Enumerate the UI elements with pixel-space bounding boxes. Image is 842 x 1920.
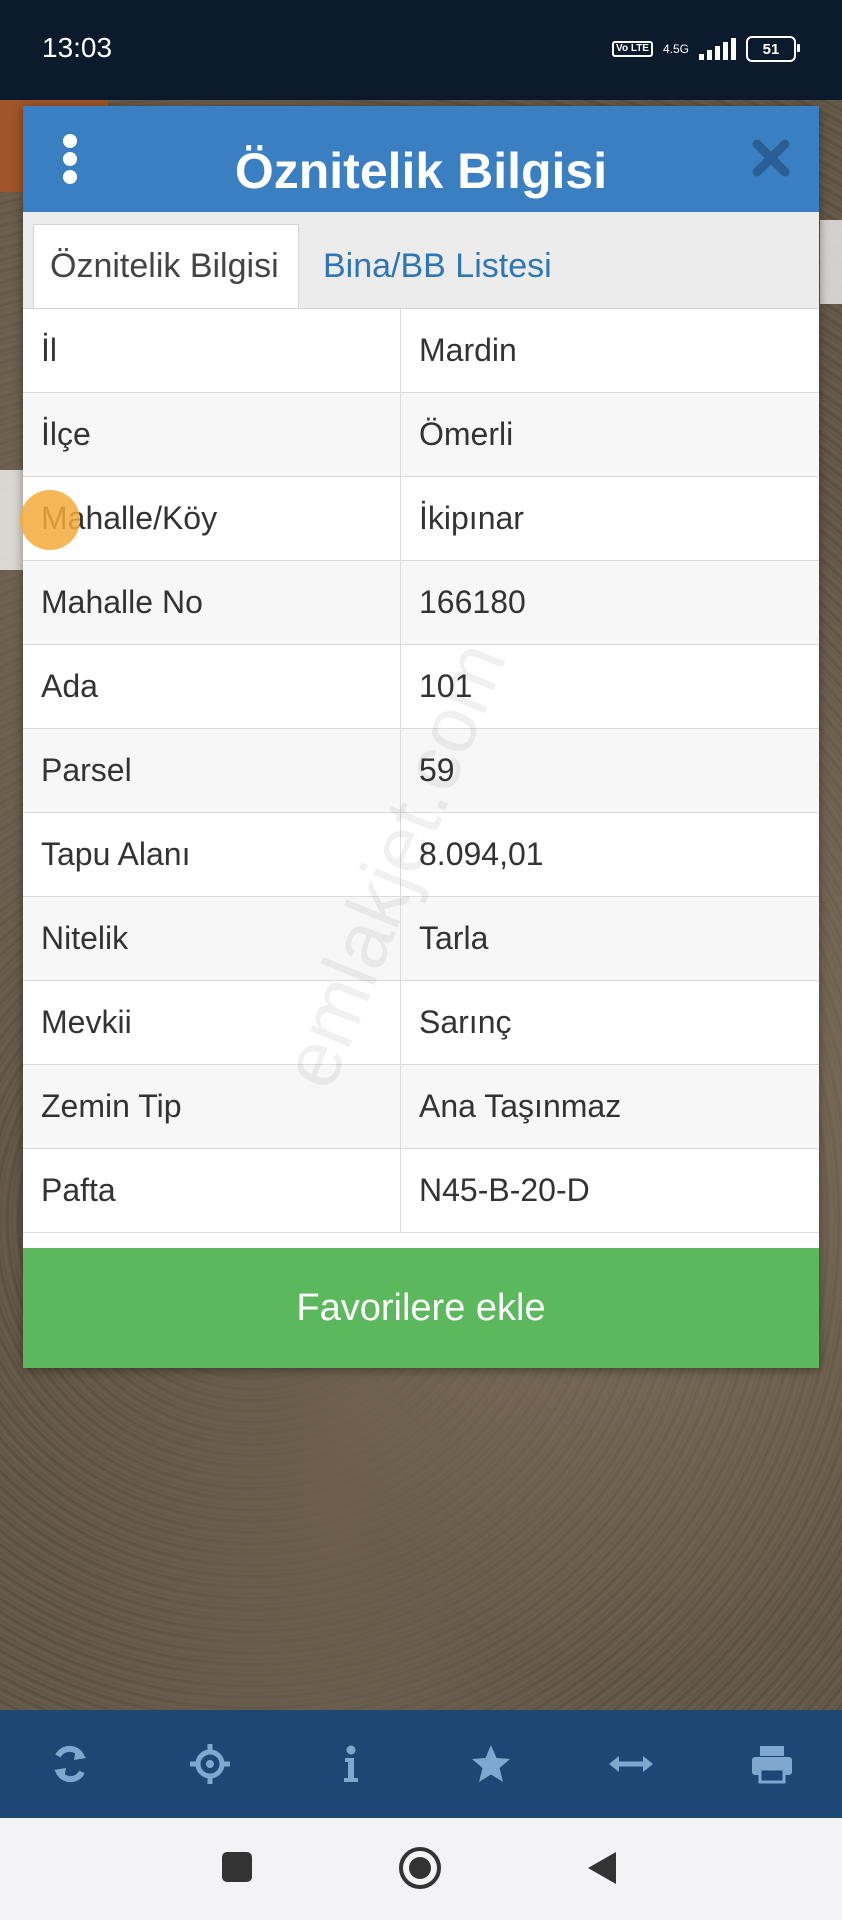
battery-level: 51	[762, 40, 780, 58]
tab-attribute-info[interactable]: Öznitelik Bilgisi	[33, 224, 299, 308]
row-value: Ana Taşınmaz	[419, 1088, 622, 1124]
row-key: Parsel	[23, 729, 401, 812]
row-value: Mardin	[419, 332, 517, 368]
signal-icon	[699, 38, 736, 60]
row-key: Pafta	[23, 1149, 401, 1232]
row-key: Zemin Tip	[23, 1065, 401, 1148]
volte-icon: Vo LTE	[612, 41, 653, 57]
row-value: Sarınç	[419, 1004, 512, 1040]
row-value: N45-B-20-D	[419, 1172, 590, 1208]
row-value: Ömerli	[419, 416, 514, 452]
status-icons: Vo LTE 4.5G 51	[612, 36, 800, 62]
close-icon[interactable]	[749, 136, 793, 180]
recent-apps-icon[interactable]	[220, 1850, 254, 1884]
table-row: Tapu Alanı 8.094,01	[23, 813, 819, 897]
dialog-title: Öznitelik Bilgisi	[234, 143, 608, 199]
row-key: İlçe	[23, 393, 401, 476]
star-icon[interactable]	[461, 1734, 521, 1794]
table-row: Nitelik Tarla	[23, 897, 819, 981]
info-icon[interactable]	[321, 1734, 381, 1794]
network-type: 4.5G	[662, 42, 689, 56]
locate-icon[interactable]	[180, 1734, 240, 1794]
row-key: Mahalle No	[23, 561, 401, 644]
table-row: Mevkii Sarınç	[23, 981, 819, 1065]
add-to-favorites-button[interactable]: Favorilere ekle	[23, 1248, 819, 1368]
row-value: İkipınar	[419, 500, 524, 536]
bottom-toolbar	[0, 1710, 842, 1818]
row-key: Nitelik	[23, 897, 401, 980]
status-time: 13:03	[42, 32, 113, 63]
table-row: Mahalle No 166180	[23, 561, 819, 645]
attribute-dialog: Öznitelik Bilgisi Öznitelik Bilgisi Bina…	[23, 106, 819, 1368]
back-icon[interactable]	[586, 1850, 618, 1886]
row-value: 101	[419, 668, 473, 704]
table-row: Zemin Tip Ana Taşınmaz	[23, 1065, 819, 1149]
status-bar: 13:03 Vo LTE 4.5G 51	[0, 0, 842, 100]
table-row: İl Mardin	[23, 309, 819, 393]
row-key: İl	[23, 309, 401, 392]
row-key: Tapu Alanı	[23, 813, 401, 896]
table-row: Pafta N45-B-20-D	[23, 1149, 819, 1233]
home-icon[interactable]	[398, 1846, 442, 1890]
row-key: Ada	[23, 645, 401, 728]
table-row: İlçe Ömerli	[23, 393, 819, 477]
dialog-header: Öznitelik Bilgisi	[23, 106, 819, 212]
touch-indicator	[20, 490, 80, 550]
table-row: Parsel 59	[23, 729, 819, 813]
tab-bar: Öznitelik Bilgisi Bina/BB Listesi	[23, 212, 819, 309]
row-value: 59	[419, 752, 455, 788]
print-icon[interactable]	[742, 1734, 802, 1794]
row-value: 166180	[419, 584, 526, 620]
table-row: Ada 101	[23, 645, 819, 729]
battery-icon: 51	[746, 36, 800, 62]
table-row: Mahalle/Köy İkipınar	[23, 477, 819, 561]
row-key: Mevkii	[23, 981, 401, 1064]
measure-icon[interactable]	[601, 1734, 661, 1794]
system-navigation-bar	[0, 1818, 842, 1920]
refresh-icon[interactable]	[40, 1734, 100, 1794]
side-panel-right	[820, 220, 842, 304]
tab-building-list[interactable]: Bina/BB Listesi	[307, 224, 568, 308]
attribute-table: İl Mardin İlçe Ömerli Mahalle/Köy İkipınar …	[23, 309, 819, 1233]
row-value: Tarla	[419, 920, 489, 956]
row-value: 8.094,01	[419, 836, 544, 872]
